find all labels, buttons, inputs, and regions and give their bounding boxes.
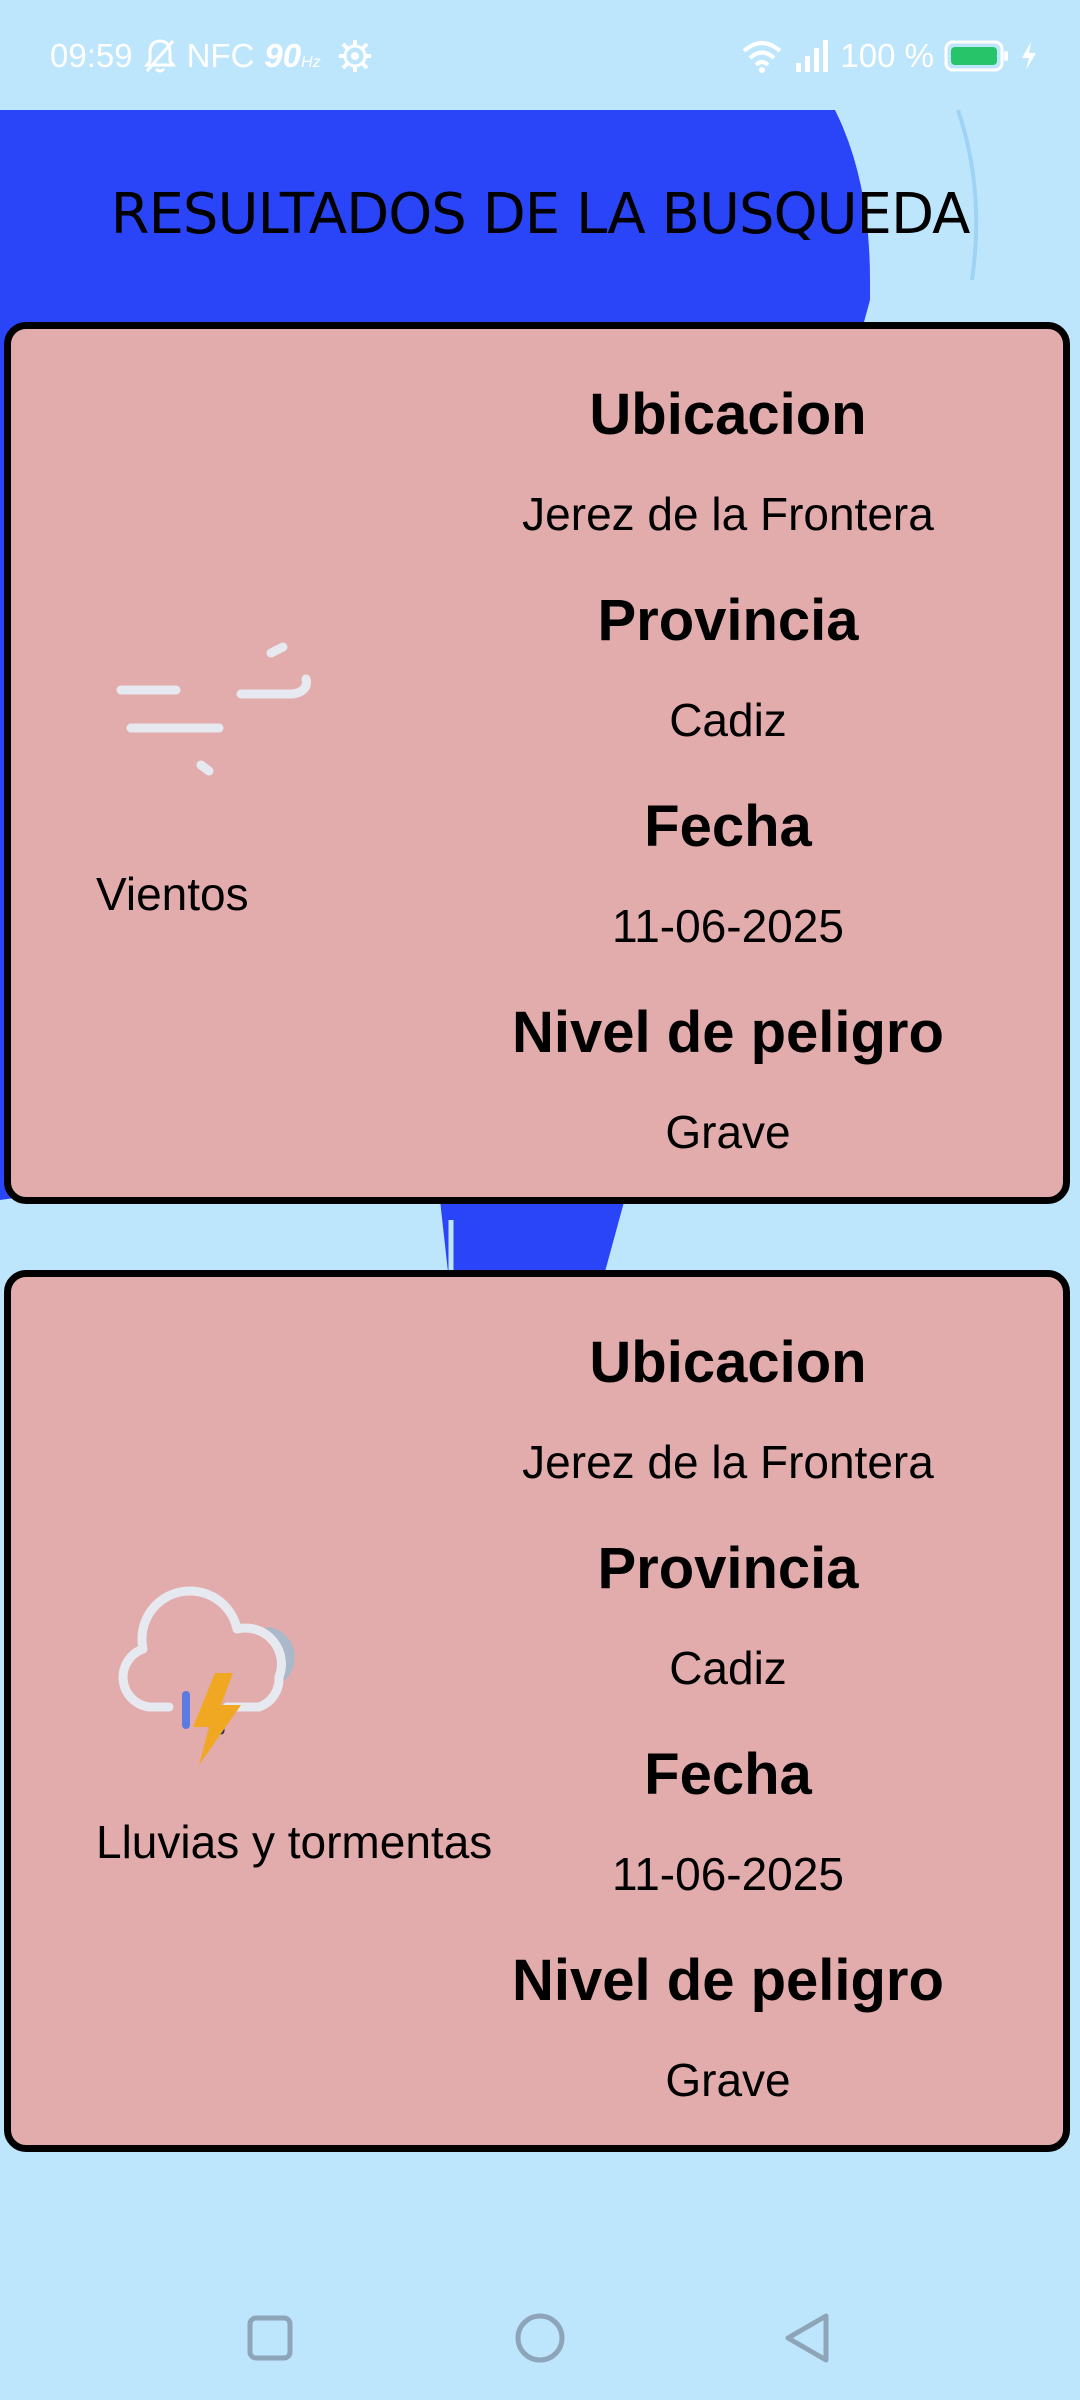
status-bar: 09:59 NFC 90Hz 100 % (0, 0, 1080, 110)
date-value: 11-06-2025 (612, 900, 844, 952)
home-button[interactable] (500, 2298, 580, 2378)
alert-type: Vientos (96, 868, 249, 920)
date-value: 11-06-2025 (612, 1848, 844, 1900)
date-label: Fecha (644, 794, 812, 859)
battery-icon (944, 39, 1010, 73)
nfc-label: NFC (186, 37, 255, 74)
signal-icon (794, 39, 830, 73)
alert-type: Lluvias y tormentas (96, 1816, 493, 1868)
danger-label: Nivel de peligro (512, 1000, 944, 1065)
result-card[interactable]: Vientos Ubicacion Jerez de la Frontera P… (4, 322, 1070, 1204)
location-value: Jerez de la Frontera (522, 1436, 934, 1488)
thunderstorm-icon (109, 1577, 359, 1782)
mute-icon (143, 37, 177, 75)
details: Ubicacion Jerez de la Frontera Provincia… (443, 329, 1013, 1197)
province-label: Provincia (597, 588, 859, 653)
battery-level: 100 % (840, 37, 934, 74)
settings-icon (337, 38, 373, 74)
result-card[interactable]: Lluvias y tormentas Ubicacion Jerez de l… (4, 1270, 1070, 2152)
details: Ubicacion Jerez de la Frontera Provincia… (443, 1277, 1013, 2145)
status-left: 09:59 NFC 90Hz (50, 34, 373, 78)
charging-icon (1020, 41, 1038, 71)
date-label: Fecha (644, 1742, 812, 1807)
wind-icon (111, 639, 321, 784)
danger-value: Grave (665, 1106, 791, 1158)
location-value: Jerez de la Frontera (522, 488, 934, 540)
page-title: RESULTADOS DE LA BUSQUEDA (110, 182, 971, 247)
status-time: 09:59 (50, 37, 133, 74)
recents-button[interactable] (230, 2298, 310, 2378)
location-label: Ubicacion (589, 1330, 867, 1395)
province-value: Cadiz (669, 694, 787, 746)
navigation-bar (0, 2278, 1080, 2400)
province-value: Cadiz (669, 1642, 787, 1694)
refresh-rate: 90Hz (264, 37, 321, 74)
location-label: Ubicacion (589, 382, 867, 447)
status-right: 100 % (740, 34, 1038, 78)
danger-value: Grave (665, 2054, 791, 2106)
back-button[interactable] (768, 2298, 848, 2378)
wifi-icon (740, 38, 784, 74)
province-label: Provincia (597, 1536, 859, 1601)
danger-label: Nivel de peligro (512, 1948, 944, 2013)
